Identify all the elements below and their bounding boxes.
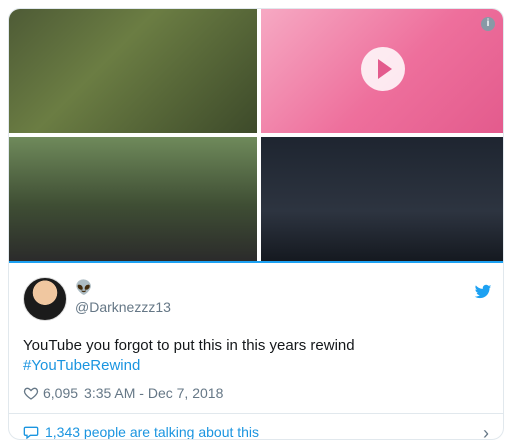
like-count[interactable]: 6,095 bbox=[43, 385, 78, 401]
media-divider bbox=[9, 261, 503, 263]
heart-icon[interactable] bbox=[23, 385, 39, 401]
tweet-card[interactable]: i 👽 @Darknezzz13 YouTube you forgot to p… bbox=[8, 8, 504, 440]
user-handle[interactable]: @Darknezzz13 bbox=[75, 299, 171, 315]
info-icon[interactable]: i bbox=[481, 17, 495, 31]
speech-bubble-icon bbox=[23, 426, 39, 439]
tweet-body: YouTube you forgot to put this in this y… bbox=[23, 337, 355, 354]
media-tile-1[interactable] bbox=[9, 9, 257, 133]
conversation-text[interactable]: 1,343 people are talking about this bbox=[45, 424, 259, 439]
avatar[interactable] bbox=[23, 277, 67, 321]
media-tile-2[interactable]: i bbox=[261, 9, 503, 133]
media-tile-4[interactable] bbox=[261, 137, 503, 261]
play-icon[interactable] bbox=[361, 47, 405, 91]
conversation-link[interactable]: 1,343 people are talking about this › bbox=[23, 422, 493, 439]
footer-divider bbox=[9, 413, 503, 414]
chevron-right-icon[interactable]: › bbox=[483, 423, 489, 439]
hashtag-link[interactable]: #YouTubeRewind bbox=[23, 356, 483, 376]
media-grid[interactable]: i bbox=[9, 9, 503, 261]
tweet-header: 👽 @Darknezzz13 bbox=[23, 277, 493, 325]
tweet-meta: 6,095 3:35 AM - Dec 7, 2018 bbox=[23, 383, 229, 403]
media-tile-3[interactable] bbox=[9, 137, 257, 261]
twitter-bird-icon[interactable] bbox=[473, 283, 493, 301]
timestamp[interactable]: 3:35 AM - Dec 7, 2018 bbox=[84, 385, 223, 401]
tweet-text: YouTube you forgot to put this in this y… bbox=[23, 336, 483, 376]
alien-emoji-icon: 👽 bbox=[75, 279, 93, 295]
